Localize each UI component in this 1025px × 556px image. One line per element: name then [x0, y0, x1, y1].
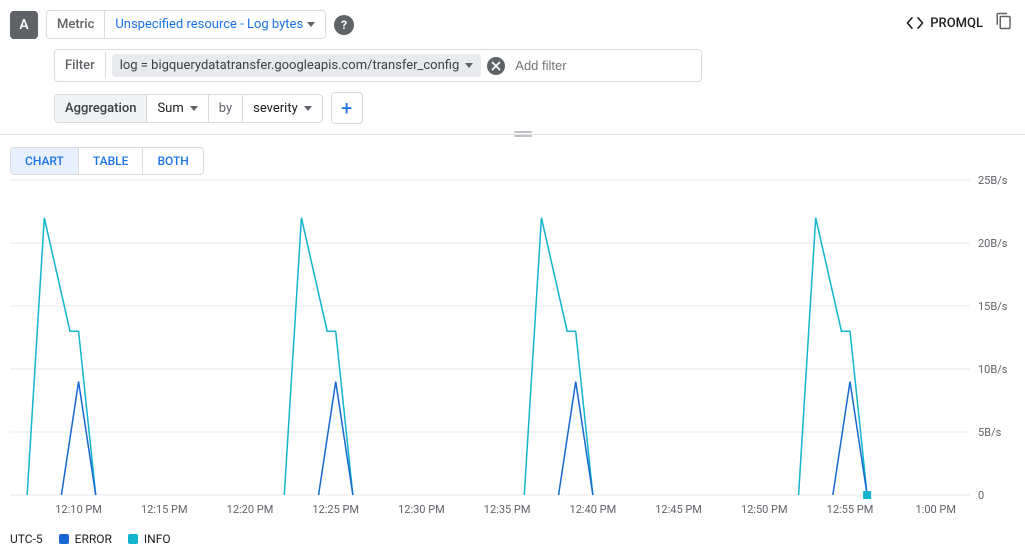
aggregation-group: Aggregation Sum by severity: [54, 94, 323, 123]
svg-text:12:50 PM: 12:50 PM: [741, 503, 788, 516]
svg-text:15B/s: 15B/s: [978, 300, 1008, 313]
metric-value-text: Unspecified resource - Log bytes: [115, 17, 303, 32]
timezone-label: UTC-5: [10, 532, 43, 546]
add-filter-input[interactable]: [505, 52, 701, 79]
filter-box: Filter log = bigquerydatatransfer.google…: [54, 49, 702, 82]
resize-handle[interactable]: [0, 134, 1025, 135]
copy-icon[interactable]: [995, 12, 1013, 34]
svg-text:12:10 PM: 12:10 PM: [55, 503, 102, 516]
code-icon: [906, 16, 924, 30]
svg-text:12:30 PM: 12:30 PM: [398, 503, 445, 516]
tab-table[interactable]: TABLE: [79, 148, 144, 174]
metric-selector: Metric Unspecified resource - Log bytes: [46, 10, 326, 39]
legend: UTC-5 ERROR INFO: [0, 530, 1025, 556]
svg-text:12:40 PM: 12:40 PM: [570, 503, 617, 516]
aggregation-group-dropdown[interactable]: severity: [243, 95, 322, 122]
metric-label: Metric: [47, 11, 105, 38]
svg-text:12:25 PM: 12:25 PM: [312, 503, 359, 516]
aggregation-label: Aggregation: [55, 95, 147, 122]
chart-area: 0 5B/s 10B/s 15B/s 20B/s 25B/s 12:10 PM 12:15 P…: [0, 175, 1025, 530]
svg-text:20B/s: 20B/s: [978, 237, 1008, 250]
aggregation-by-label: by: [209, 95, 243, 122]
svg-text:12:15 PM: 12:15 PM: [141, 503, 188, 516]
view-tabs: CHART TABLE BOTH: [10, 147, 204, 175]
filter-chip-remove[interactable]: [487, 57, 505, 75]
filter-chip[interactable]: log = bigquerydatatransfer.googleapis.co…: [112, 54, 482, 77]
add-aggregation-button[interactable]: +: [331, 92, 363, 124]
svg-text:12:55 PM: 12:55 PM: [827, 503, 874, 516]
tab-both[interactable]: BOTH: [143, 148, 202, 174]
chevron-down-icon: [190, 106, 198, 111]
metric-value-dropdown[interactable]: Unspecified resource - Log bytes: [105, 11, 325, 38]
tab-chart[interactable]: CHART: [11, 148, 79, 174]
aggregation-fn-text: Sum: [157, 101, 183, 116]
query-badge: A: [10, 11, 38, 39]
svg-text:5B/s: 5B/s: [978, 426, 1002, 439]
legend-swatch-error: [59, 534, 69, 544]
filter-label: Filter: [55, 52, 106, 79]
legend-info-label: INFO: [144, 532, 171, 546]
svg-text:12:20 PM: 12:20 PM: [227, 503, 274, 516]
promql-label: PROMQL: [930, 16, 983, 31]
aggregation-group-text: severity: [253, 101, 298, 116]
legend-error[interactable]: ERROR: [59, 532, 112, 546]
chart-svg[interactable]: 0 5B/s 10B/s 15B/s 20B/s 25B/s 12:10 PM 12:15 P…: [10, 175, 1015, 530]
promql-button[interactable]: PROMQL: [906, 16, 983, 31]
help-icon[interactable]: ?: [334, 15, 354, 35]
legend-swatch-info: [128, 534, 138, 544]
legend-info[interactable]: INFO: [128, 532, 171, 546]
svg-text:0: 0: [978, 489, 984, 502]
svg-text:12:35 PM: 12:35 PM: [484, 503, 531, 516]
svg-text:25B/s: 25B/s: [978, 175, 1008, 187]
aggregation-fn-dropdown[interactable]: Sum: [147, 95, 208, 122]
svg-text:1:00 PM: 1:00 PM: [915, 503, 955, 516]
chevron-down-icon: [307, 22, 315, 27]
chevron-down-icon: [304, 106, 312, 111]
svg-text:10B/s: 10B/s: [978, 363, 1008, 376]
chevron-down-icon: [465, 63, 473, 68]
filter-chip-text: log = bigquerydatatransfer.googleapis.co…: [120, 58, 460, 73]
legend-error-label: ERROR: [75, 532, 112, 546]
svg-text:12:45 PM: 12:45 PM: [655, 503, 702, 516]
